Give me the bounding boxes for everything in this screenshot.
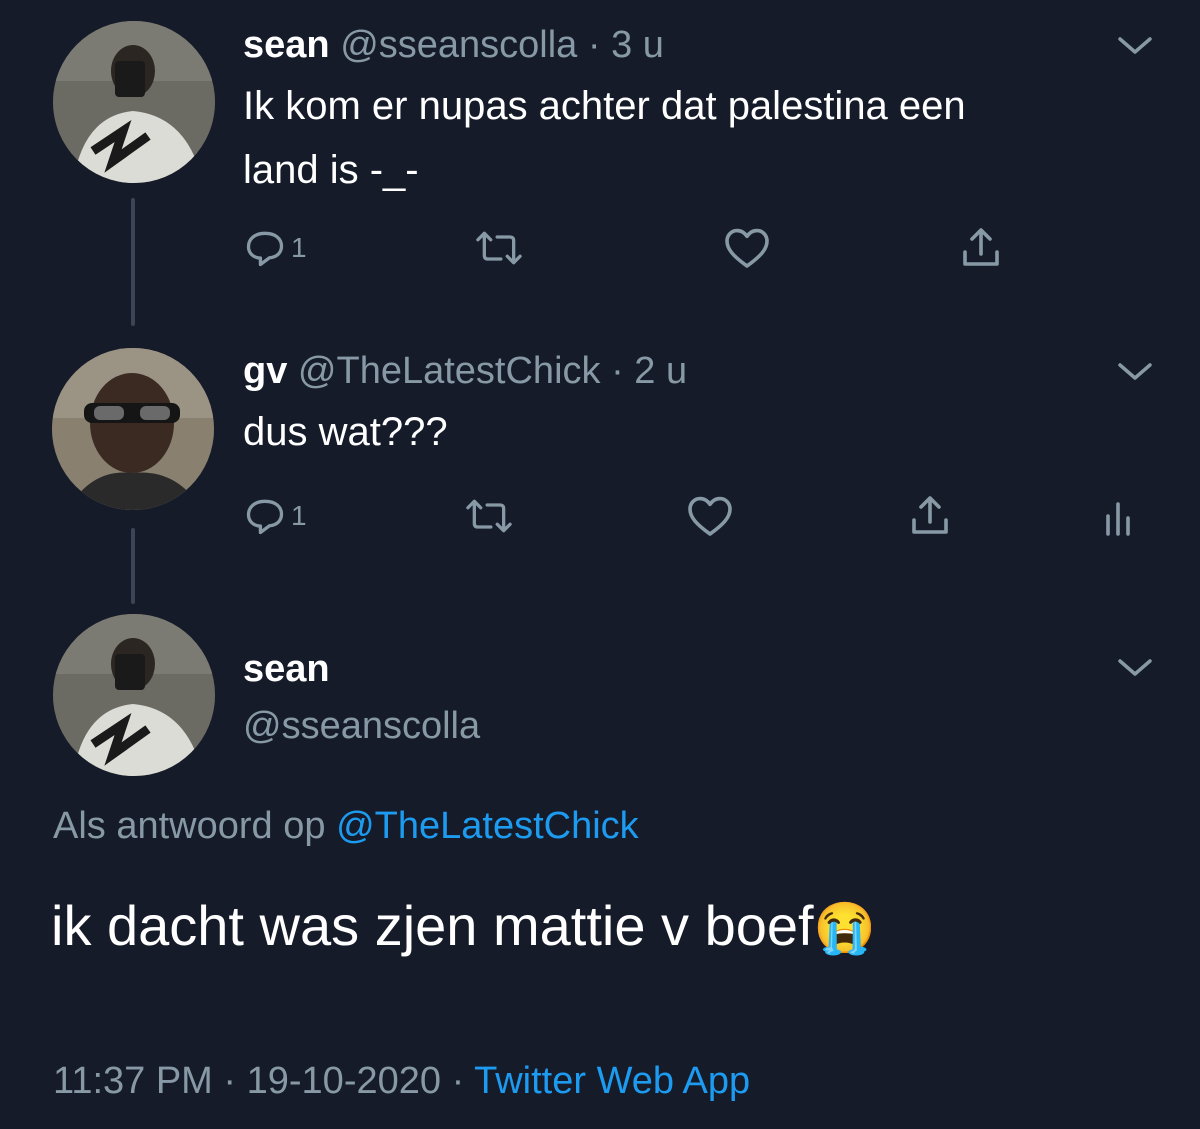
tweet-text: ik dacht was zjen mattie v boef <box>51 894 814 957</box>
tweet-text: Ik kom er nupas achter dat palestina een… <box>243 74 966 202</box>
share-button[interactable] <box>957 224 1005 272</box>
tweet-header: gv @TheLatestChick · 2 u <box>243 352 687 390</box>
tweet-text-line: Ik kom er nupas achter dat palestina een <box>243 84 966 128</box>
like-icon <box>725 228 769 268</box>
avatar-sean[interactable] <box>53 21 215 183</box>
separator: · <box>611 350 624 392</box>
tweet-meta: 11:37 PM · 19-10-2020 · Twitter Web App <box>53 1062 750 1100</box>
thread-line <box>131 528 135 604</box>
chevron-down-icon[interactable] <box>1117 36 1153 56</box>
tweet-text-line: land is -_- <box>243 148 419 192</box>
reply-count: 1 <box>291 232 307 263</box>
handle[interactable]: @sseanscolla <box>243 707 480 745</box>
display-name[interactable]: sean <box>243 24 330 66</box>
retweet-icon <box>466 499 512 533</box>
tweet-date[interactable]: 19-10-2020 <box>247 1060 441 1102</box>
analytics-button[interactable] <box>1104 496 1136 536</box>
share-icon <box>912 496 948 534</box>
share-icon <box>963 228 999 266</box>
reply-to-link[interactable]: @TheLatestChick <box>336 805 639 847</box>
reply-count: 1 <box>291 500 307 531</box>
retweet-button[interactable] <box>465 494 513 538</box>
separator: · <box>223 1060 237 1102</box>
reply-button[interactable]: 1 <box>243 494 307 538</box>
like-icon <box>688 496 732 536</box>
timestamp[interactable]: 2 u <box>634 350 687 392</box>
share-button[interactable] <box>906 492 954 540</box>
reply-prefix: Als antwoord op <box>53 805 326 847</box>
retweet-button[interactable] <box>475 226 523 270</box>
like-button[interactable] <box>686 494 734 538</box>
tweet-time[interactable]: 11:37 PM <box>53 1060 213 1102</box>
main-tweet-text: ik dacht was zjen mattie v boef😭 <box>51 890 876 964</box>
reply-context: Als antwoord op @TheLatestChick <box>53 807 639 845</box>
chevron-down-icon[interactable] <box>1117 362 1153 382</box>
reply-icon <box>246 499 284 535</box>
analytics-icon <box>1106 502 1130 536</box>
display-name[interactable]: gv <box>243 350 287 392</box>
separator: · <box>587 24 601 66</box>
avatar-gv[interactable] <box>52 348 214 510</box>
like-button[interactable] <box>723 226 771 270</box>
handle[interactable]: @TheLatestChick <box>298 350 601 392</box>
handle[interactable]: @sseanscolla <box>340 24 577 66</box>
tweet-header: sean @sseanscolla · 3 u <box>243 26 664 64</box>
tweet-source[interactable]: Twitter Web App <box>474 1060 750 1102</box>
reply-icon <box>246 231 284 267</box>
reply-button[interactable]: 1 <box>243 226 307 270</box>
display-name[interactable]: sean <box>243 650 330 688</box>
tweet-text: dus wat??? <box>243 410 448 454</box>
crying-emoji: 😭 <box>813 900 876 956</box>
thread-line <box>131 198 135 326</box>
separator: · <box>451 1060 465 1102</box>
retweet-icon <box>476 231 522 265</box>
timestamp[interactable]: 3 u <box>611 24 664 66</box>
avatar-sean[interactable] <box>53 614 215 776</box>
chevron-down-icon[interactable] <box>1117 658 1153 678</box>
